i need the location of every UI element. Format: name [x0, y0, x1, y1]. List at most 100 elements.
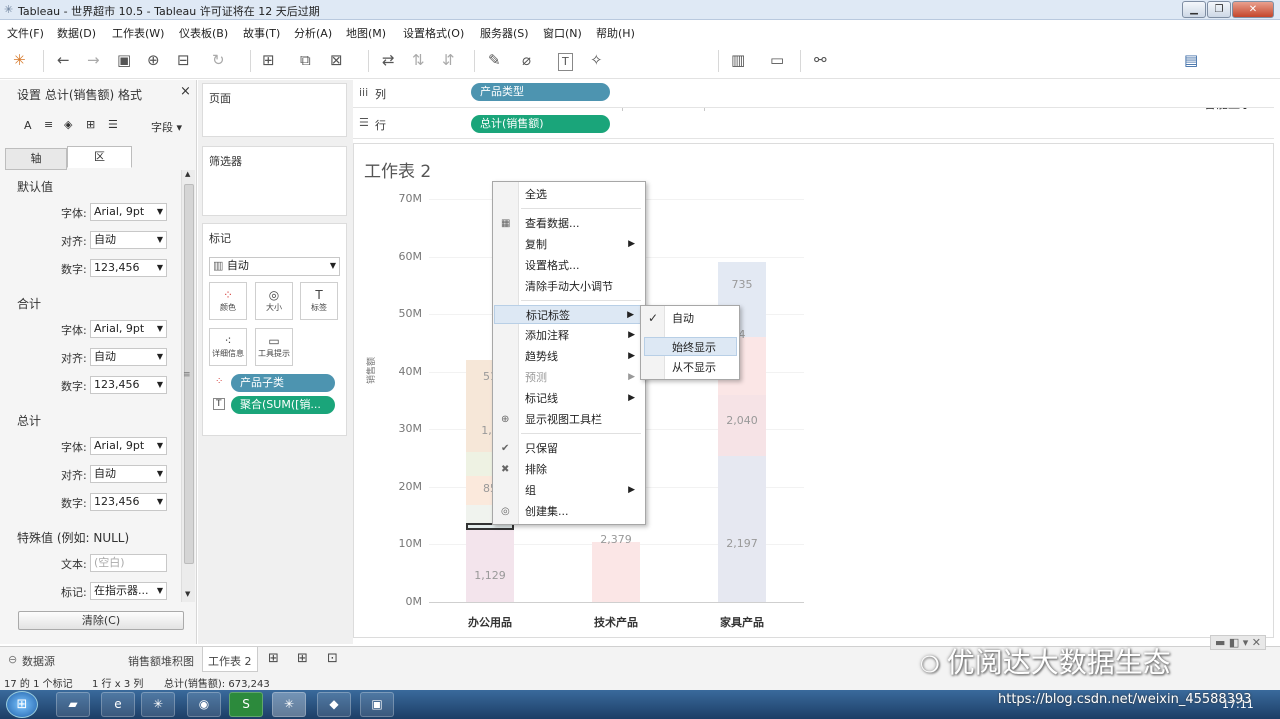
panel-scrollbar[interactable]: ▲ ▼: [181, 170, 195, 602]
tab-axis[interactable]: 轴: [5, 148, 67, 170]
menu-item-forecast[interactable]: 预测 ▶: [494, 368, 644, 387]
explorer-taskbar-icon[interactable]: ▰: [56, 692, 90, 717]
close-window-button[interactable]: ✕: [1232, 1, 1274, 18]
clear-button[interactable]: 清除(C): [18, 611, 184, 630]
rows-shelf[interactable]: ☰ 行 总计(销售额): [353, 111, 1274, 139]
columns-pill-product-type[interactable]: 产品类型: [471, 83, 610, 101]
sort-asc-icon[interactable]: ⇅: [412, 52, 425, 68]
bar-segment[interactable]: [466, 524, 514, 602]
tab-pane[interactable]: 区: [67, 146, 132, 168]
menu-item-mark-labels[interactable]: 标记标签 ▶: [494, 305, 644, 324]
submenu-item-automatic[interactable]: ✓ 自动: [642, 309, 738, 328]
tab-stacked-sales[interactable]: 销售额堆积图: [128, 653, 194, 669]
minimize-button[interactable]: ▁: [1182, 1, 1206, 18]
redo-icon[interactable]: →: [87, 52, 100, 68]
show-labels-icon[interactable]: T: [558, 53, 573, 71]
menu-item-format[interactable]: 设置格式...: [494, 256, 644, 275]
resize-handle-icon[interactable]: ≡: [183, 370, 191, 380]
menu-server[interactable]: 服务器(S): [480, 25, 529, 41]
align-tab-icon[interactable]: ≡: [44, 118, 53, 131]
menu-worksheet[interactable]: 工作表(W): [112, 25, 164, 41]
maximize-button[interactable]: ❐: [1207, 1, 1231, 18]
menu-item-trend-lines[interactable]: 趋势线 ▶: [494, 347, 644, 366]
new-story-tab-icon[interactable]: ⊡: [327, 651, 338, 666]
fields-dropdown[interactable]: 字段 ▾: [151, 119, 182, 135]
menu-item-reference-lines[interactable]: 标记线 ▶: [494, 389, 644, 408]
columns-shelf[interactable]: iii 列 产品类型: [353, 80, 1274, 108]
new-dashboard-tab-icon[interactable]: ⊞: [297, 651, 308, 666]
submenu-item-never-show[interactable]: 从不显示: [642, 358, 738, 377]
menu-dashboard[interactable]: 仪表板(B): [179, 25, 228, 41]
highlight-icon[interactable]: ✎: [488, 52, 501, 68]
menu-item-select-all[interactable]: 全选: [494, 185, 644, 204]
menu-help[interactable]: 帮助(H): [596, 25, 635, 41]
new-worksheet-tab-icon[interactable]: ⊞: [268, 651, 279, 666]
tableau-active-taskbar-icon[interactable]: ✳: [272, 692, 306, 717]
tableau-taskbar-icon[interactable]: ✳: [141, 692, 175, 717]
sheets-taskbar-icon[interactable]: S: [229, 692, 263, 717]
window-taskbar-icon[interactable]: ▣: [360, 692, 394, 717]
special-mark-dropdown[interactable]: 在指示器... ▼: [90, 582, 167, 600]
menu-item-keep-only[interactable]: ✔ 只保留: [494, 439, 644, 458]
tab-datasource[interactable]: 数据源: [22, 653, 55, 669]
default-number-dropdown[interactable]: 123,456 ▼: [90, 259, 167, 277]
fix-axes-icon[interactable]: ✧: [590, 52, 603, 68]
label-button[interactable]: T 标签: [300, 282, 338, 320]
totals-number-dropdown[interactable]: 123,456 ▼: [90, 376, 167, 394]
tooltip-button[interactable]: ▭ 工具提示: [255, 328, 293, 366]
tableau-home-icon[interactable]: ✳: [13, 52, 26, 68]
new-datasource-icon[interactable]: ⊕: [147, 52, 160, 68]
new-worksheet-icon[interactable]: ⊞: [262, 52, 275, 68]
tab-worksheet-2[interactable]: 工作表 2: [208, 653, 252, 669]
show-me-icon[interactable]: ▤: [1184, 52, 1198, 68]
scroll-down-icon[interactable]: ▼: [185, 590, 190, 598]
menu-format[interactable]: 设置格式(O): [403, 25, 464, 41]
default-align-dropdown[interactable]: 自动 ▼: [90, 231, 167, 249]
menu-item-show-view-toolbar[interactable]: ⊕ 显示视图工具栏: [494, 410, 644, 429]
menu-file[interactable]: 文件(F): [7, 25, 44, 41]
app-taskbar-icon[interactable]: ◆: [317, 692, 351, 717]
grand-align-dropdown[interactable]: 自动 ▼: [90, 465, 167, 483]
default-font-dropdown[interactable]: Arial, 9pt ▼: [90, 203, 167, 221]
borders-tab-icon[interactable]: ⊞: [86, 118, 95, 131]
start-button[interactable]: ⊞: [6, 691, 38, 718]
menu-item-clear-sizing[interactable]: 清除手动大小调节: [494, 277, 644, 296]
detail-button[interactable]: ⁖ 详细信息: [209, 328, 247, 366]
totals-align-dropdown[interactable]: 自动 ▼: [90, 348, 167, 366]
size-button[interactable]: ◎ 大小: [255, 282, 293, 320]
menu-item-view-data[interactable]: ▦ 查看数据...: [494, 214, 644, 233]
close-panel-icon[interactable]: ×: [180, 84, 191, 99]
save-icon[interactable]: ▣: [117, 52, 131, 68]
menu-map[interactable]: 地图(M): [346, 25, 386, 41]
bar-segment[interactable]: [592, 542, 640, 602]
sheet-nav-buttons[interactable]: ▬ ◧ ▾ ✕: [1210, 635, 1267, 650]
filters-card[interactable]: 筛选器: [202, 146, 347, 216]
menu-item-copy[interactable]: 复制 ▶: [494, 235, 644, 254]
pages-card[interactable]: 页面: [202, 83, 347, 137]
card-toggle-icon[interactable]: ▥: [731, 52, 745, 68]
mark-type-dropdown[interactable]: ▥ 自动 ▼: [209, 257, 340, 276]
grand-font-dropdown[interactable]: Arial, 9pt ▼: [90, 437, 167, 455]
shading-tab-icon[interactable]: ◈: [64, 118, 72, 131]
menu-item-create-set[interactable]: ◎ 创建集...: [494, 502, 644, 521]
grand-number-dropdown[interactable]: 123,456 ▼: [90, 493, 167, 511]
color-button[interactable]: ⁘ 颜色: [209, 282, 247, 320]
totals-font-dropdown[interactable]: Arial, 9pt ▼: [90, 320, 167, 338]
special-text-input[interactable]: (空白): [90, 554, 167, 572]
ie-taskbar-icon[interactable]: e: [101, 692, 135, 717]
menu-window[interactable]: 窗口(N): [543, 25, 582, 41]
scroll-up-icon[interactable]: ▲: [185, 170, 190, 178]
sort-desc-icon[interactable]: ⇵: [442, 52, 455, 68]
menu-item-exclude[interactable]: ✖ 排除: [494, 460, 644, 479]
clear-sheet-icon[interactable]: ⊠: [330, 52, 343, 68]
menu-story[interactable]: 故事(T): [243, 25, 280, 41]
presentation-icon[interactable]: ▭: [770, 52, 784, 68]
mark-pill-aggregate[interactable]: 聚合(SUM([销...: [231, 396, 335, 414]
submenu-item-always-show[interactable]: 始终显示: [644, 337, 737, 356]
mark-pill-subcategory[interactable]: 产品子类: [231, 374, 335, 392]
menu-item-annotate[interactable]: 添加注释 ▶: [494, 326, 644, 345]
bar-segment[interactable]: [718, 455, 766, 602]
pause-updates-icon[interactable]: ⊟: [177, 52, 190, 68]
menu-item-group[interactable]: 组 ▶: [494, 481, 644, 500]
rows-pill-sales-total[interactable]: 总计(销售额): [471, 115, 610, 133]
